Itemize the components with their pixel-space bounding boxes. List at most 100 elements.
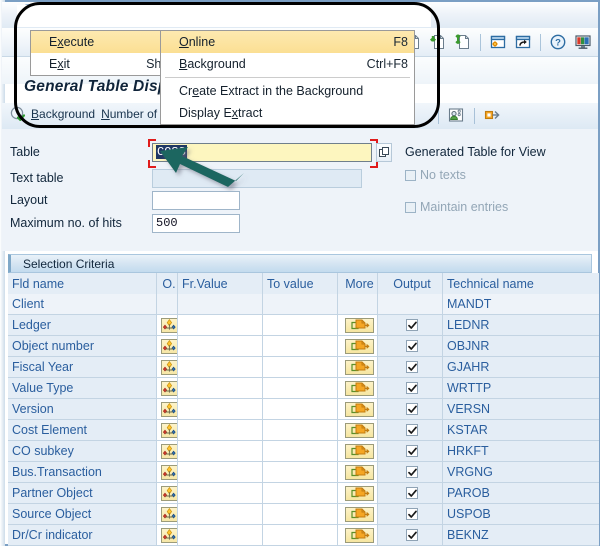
- output-checkbox[interactable]: [406, 424, 418, 436]
- cell-more-selections[interactable]: [338, 483, 378, 504]
- cell-more-selections[interactable]: [338, 504, 378, 525]
- multiple-selection-button[interactable]: [345, 443, 374, 459]
- cell-more-selections[interactable]: [338, 399, 378, 420]
- multiple-selection-button[interactable]: [345, 506, 374, 522]
- grid-column-header[interactable]: Fr.Value: [178, 273, 263, 295]
- cell-to-value[interactable]: [263, 525, 338, 546]
- cell-output-checkbox[interactable]: [378, 378, 443, 399]
- cell-to-value[interactable]: [263, 399, 338, 420]
- menu-option-display-extract[interactable]: Display Extract: [161, 102, 414, 124]
- cell-from-value[interactable]: [178, 420, 263, 441]
- cell-selection-option[interactable]: [157, 441, 178, 462]
- cell-selection-option[interactable]: [157, 483, 178, 504]
- cell-selection-option[interactable]: [157, 315, 178, 336]
- cell-output-checkbox[interactable]: [378, 504, 443, 525]
- checkbox-box[interactable]: [405, 201, 416, 213]
- multiple-selection-button[interactable]: [345, 401, 374, 417]
- grid-column-header[interactable]: Output: [378, 273, 443, 295]
- cell-field-name[interactable]: Dr/Cr indicator: [8, 525, 157, 546]
- multiple-selection-button[interactable]: [345, 422, 374, 438]
- cell-field-name[interactable]: Value Type: [8, 378, 157, 399]
- menu-item-extras[interactable]: Extras: [240, 5, 291, 24]
- cell-more-selections[interactable]: [338, 462, 378, 483]
- cell-from-value[interactable]: [178, 525, 263, 546]
- cell-to-value[interactable]: [263, 441, 338, 462]
- output-checkbox[interactable]: [406, 403, 418, 415]
- output-checkbox[interactable]: [406, 445, 418, 457]
- cell-selection-option[interactable]: [157, 504, 178, 525]
- grid-column-header[interactable]: To value: [263, 273, 338, 295]
- table-row[interactable]: CO subkey HRKFT: [8, 441, 599, 462]
- cell-more-selections[interactable]: [338, 441, 378, 462]
- menu-option-create-extract-in-the-background[interactable]: Create Extract in the Background: [161, 80, 414, 102]
- selection-options-button[interactable]: [160, 485, 177, 501]
- cell-from-value[interactable]: [178, 399, 263, 420]
- menu-item-table-display[interactable]: Table Display: [24, 4, 117, 25]
- table-row[interactable]: Version VERSN: [8, 399, 599, 420]
- selection-options-button[interactable]: [160, 506, 177, 522]
- cell-to-value[interactable]: [263, 336, 338, 357]
- output-checkbox[interactable]: [406, 382, 418, 394]
- multiple-selection-button[interactable]: [345, 317, 374, 333]
- cell-to-value[interactable]: [263, 357, 338, 378]
- multiple-selection-button[interactable]: [345, 359, 374, 375]
- cell-more-selections[interactable]: [338, 315, 378, 336]
- selection-options-button[interactable]: [160, 443, 177, 459]
- menu-item-system[interactable]: System: [302, 5, 360, 24]
- cell-selection-option[interactable]: [157, 399, 178, 420]
- menu-item-goto[interactable]: Goto: [182, 5, 225, 24]
- checkbox-no-texts[interactable]: No texts: [405, 168, 595, 182]
- output-checkbox[interactable]: [406, 466, 418, 478]
- import-down-icon[interactable]: [427, 31, 449, 53]
- cell-to-value[interactable]: [263, 315, 338, 336]
- table-row[interactable]: Client MANDT: [8, 294, 599, 315]
- cell-to-value[interactable]: [263, 504, 338, 525]
- cell-more-selections[interactable]: [338, 525, 378, 546]
- selection-options-button[interactable]: [160, 317, 177, 333]
- checkbox-maintain-entries[interactable]: Maintain entries: [405, 200, 595, 214]
- cell-more-selections[interactable]: [338, 357, 378, 378]
- multiple-selection-button[interactable]: [345, 527, 374, 543]
- selection-options-button[interactable]: [160, 464, 177, 480]
- cell-field-name[interactable]: Client: [8, 294, 157, 315]
- cell-field-name[interactable]: Source Object: [8, 504, 157, 525]
- cell-selection-option[interactable]: [157, 525, 178, 546]
- cell-more-selections[interactable]: [338, 420, 378, 441]
- output-checkbox[interactable]: [406, 508, 418, 520]
- output-checkbox[interactable]: [406, 340, 418, 352]
- multiple-selection-button[interactable]: [345, 485, 374, 501]
- output-checkbox[interactable]: [406, 319, 418, 331]
- selection-options-button[interactable]: [160, 401, 177, 417]
- cell-selection-option[interactable]: [157, 378, 178, 399]
- cell-to-value[interactable]: [263, 294, 338, 315]
- table-row[interactable]: Bus.Transaction VRGNG: [8, 462, 599, 483]
- cell-from-value[interactable]: [178, 315, 263, 336]
- table-row[interactable]: Fiscal Year GJAHR: [8, 357, 599, 378]
- cell-selection-option[interactable]: [157, 420, 178, 441]
- grid-column-header[interactable]: More: [338, 273, 378, 295]
- cell-field-name[interactable]: Ledger: [8, 315, 157, 336]
- settings-window-icon[interactable]: [487, 31, 509, 53]
- table-row[interactable]: Value Type WRTTP: [8, 378, 599, 399]
- menu-option-background[interactable]: Background Ctrl+F8: [161, 53, 414, 75]
- cell-from-value[interactable]: [178, 378, 263, 399]
- multiple-selection-button[interactable]: [345, 338, 374, 354]
- menu-item-edit[interactable]: Edit: [132, 5, 170, 24]
- cell-to-value[interactable]: [263, 420, 338, 441]
- cell-to-value[interactable]: [263, 462, 338, 483]
- cell-to-value[interactable]: [263, 483, 338, 504]
- cell-more-selections[interactable]: [338, 378, 378, 399]
- cell-field-name[interactable]: Version: [8, 399, 157, 420]
- cell-output-checkbox[interactable]: [378, 441, 443, 462]
- menu-option-online[interactable]: Online F8: [161, 31, 414, 53]
- cell-field-name[interactable]: Fiscal Year: [8, 357, 157, 378]
- output-checkbox[interactable]: [406, 487, 418, 499]
- cell-field-name[interactable]: Object number: [8, 336, 157, 357]
- cell-from-value[interactable]: [178, 504, 263, 525]
- clock-green-icon[interactable]: [10, 106, 25, 121]
- table-row[interactable]: Cost Element KSTAR: [8, 420, 599, 441]
- cell-output-checkbox[interactable]: [378, 315, 443, 336]
- cell-output-checkbox[interactable]: [378, 420, 443, 441]
- grid-column-header[interactable]: O.: [157, 273, 178, 295]
- cell-from-value[interactable]: [178, 357, 263, 378]
